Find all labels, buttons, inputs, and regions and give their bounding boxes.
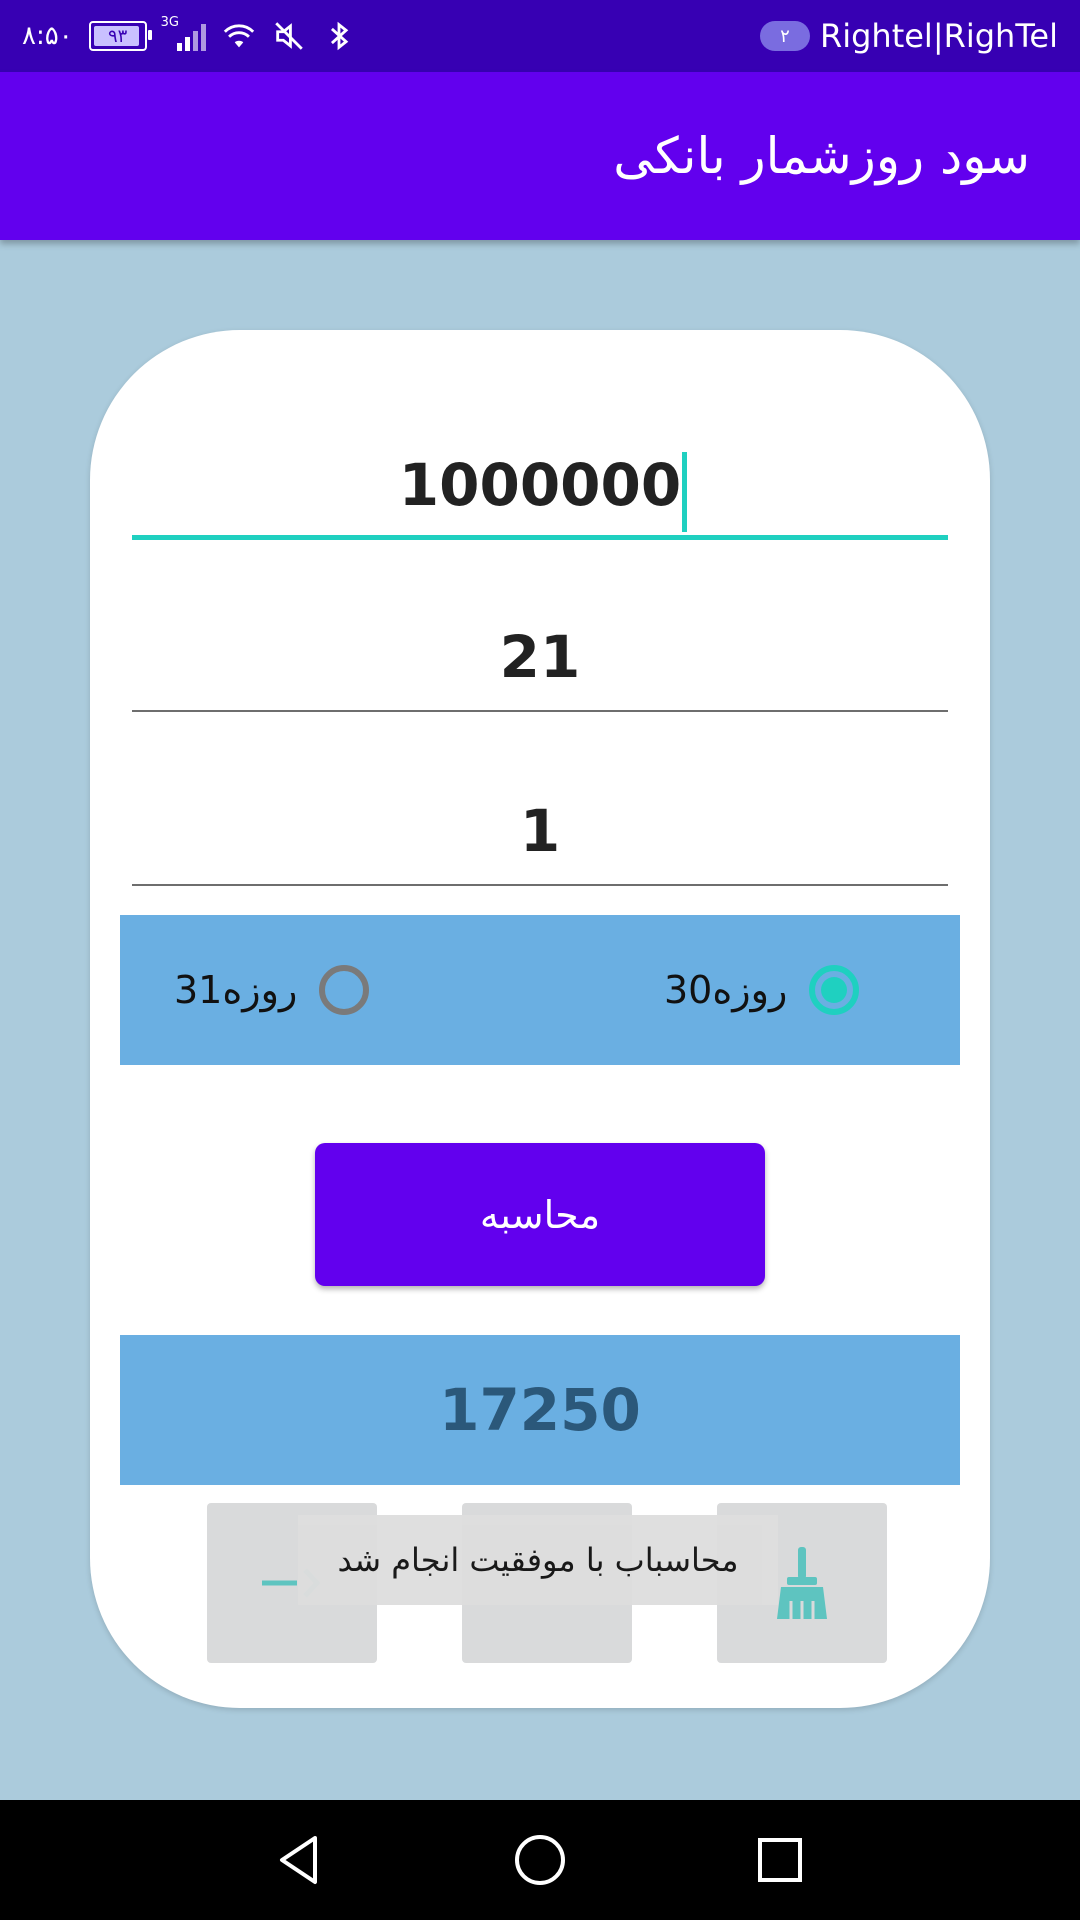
carrier-name: Rightel|RighTel [819,17,1058,55]
day-basis-radio-group: 31روزه 30روزه [120,915,960,1065]
days-input-value[interactable]: 1 [520,776,560,886]
battery-level: ۹۳ [107,25,128,47]
navigation-bar [0,1800,1080,1920]
amount-field[interactable]: 1000000 [132,430,948,540]
calculator-card: 1000000 21 1 31روزه 30روزه محاسبه 17250 [90,330,990,1708]
amount-input-value[interactable]: 1000000 [399,430,688,540]
radio-31-button[interactable] [319,965,370,1015]
network-type: 3G [160,15,180,30]
radio-option-30[interactable]: 30روزه [664,915,860,1065]
radio-option-31[interactable]: 31روزه [174,915,370,1065]
status-right-group: ۲ Rightel|RighTel [759,0,1058,72]
status-bar: ۸:۵۰ ۹۳ 3G ۲ Rightel|RighTel [0,0,1080,72]
bluetooth-icon [330,21,348,51]
app-title: سود روزشمار بانکی [613,127,1030,185]
toast-message: محاسباب با موفقیت انجام شد [298,1515,778,1605]
rate-input-value[interactable]: 21 [500,602,581,712]
days-underline [132,884,948,886]
battery-icon: ۹۳ [88,21,152,51]
result-panel: 17250 [120,1335,960,1485]
signal-icon: 3G [161,15,206,51]
amount-underline [132,535,948,540]
nav-recents-icon[interactable] [750,1830,810,1890]
status-time: ۸:۵۰ [22,21,73,51]
wifi-icon [223,24,254,48]
result-value: 17250 [439,1376,641,1444]
radio-30-button[interactable] [809,965,860,1015]
days-field[interactable]: 1 [132,776,948,886]
app-bar: سود روزشمار بانکی [0,72,1080,240]
nav-home-icon[interactable] [510,1830,570,1890]
nav-back-icon[interactable] [270,1830,330,1890]
sim-badge: ۲ [759,21,810,51]
calculate-button[interactable]: محاسبه [315,1143,765,1286]
rate-underline [132,710,948,712]
mute-icon [274,22,303,50]
radio-31-label: 31روزه [174,968,298,1012]
status-left-group: ۸:۵۰ ۹۳ 3G [22,0,356,72]
radio-30-label: 30روزه [664,968,788,1012]
rate-field[interactable]: 21 [132,602,948,712]
